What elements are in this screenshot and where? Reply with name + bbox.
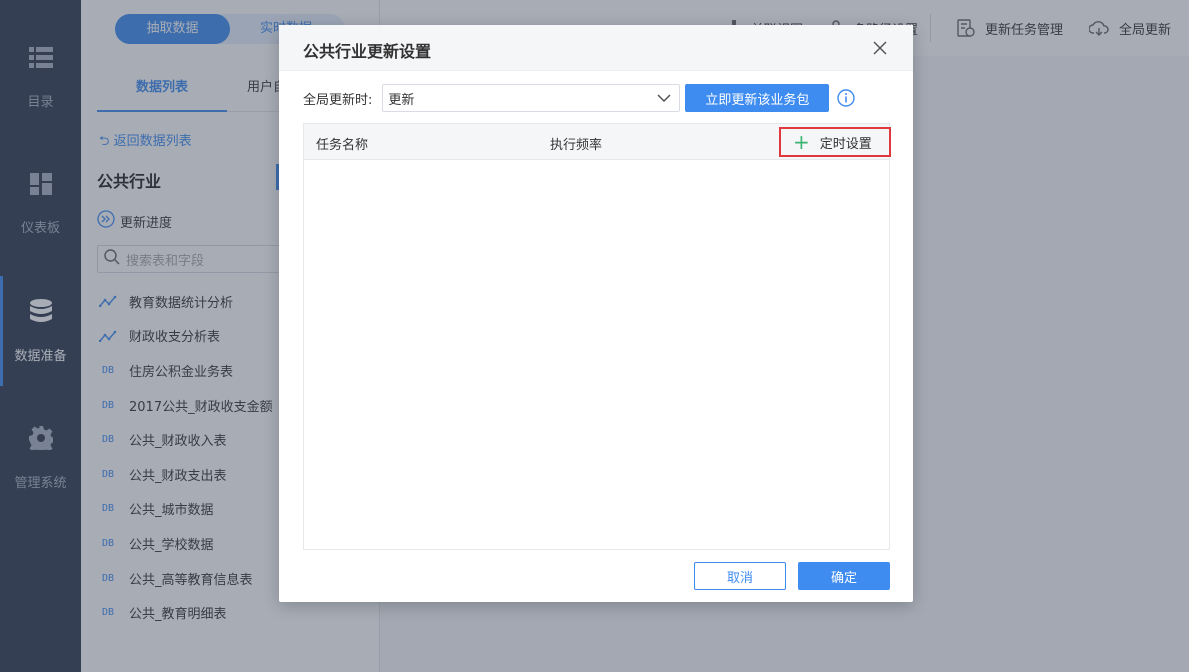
plus-icon: + <box>793 130 810 154</box>
select-value: 更新 <box>388 92 415 108</box>
dialog-title: 公共行业更新设置 <box>303 42 432 61</box>
global-update-label: 全局更新时: <box>303 92 373 108</box>
global-update-row: 全局更新时: 更新 立即更新该业务包 <box>303 84 893 112</box>
column-frequency: 执行频率 <box>550 138 603 153</box>
chevron-down-icon <box>657 94 671 102</box>
update-settings-dialog: 公共行业更新设置 全局更新时: 更新 立即更新该业务包 任务名称 执行频率 + … <box>279 25 913 602</box>
task-table: 任务名称 执行频率 + 定时设置 <box>303 123 891 550</box>
close-icon[interactable] <box>873 41 887 55</box>
update-now-button[interactable]: 立即更新该业务包 <box>685 84 830 112</box>
column-task-name: 任务名称 <box>316 138 369 153</box>
dialog-header: 公共行业更新设置 <box>279 25 913 71</box>
global-update-select[interactable]: 更新 <box>382 84 681 112</box>
cancel-button[interactable]: 取消 <box>694 562 786 590</box>
info-icon[interactable] <box>837 89 856 107</box>
task-table-header: 任务名称 执行频率 + 定时设置 <box>304 124 891 160</box>
ok-button[interactable]: 确定 <box>798 562 890 590</box>
schedule-settings-button[interactable]: + 定时设置 <box>779 127 891 157</box>
dialog-footer: 取消 确定 <box>279 552 913 602</box>
